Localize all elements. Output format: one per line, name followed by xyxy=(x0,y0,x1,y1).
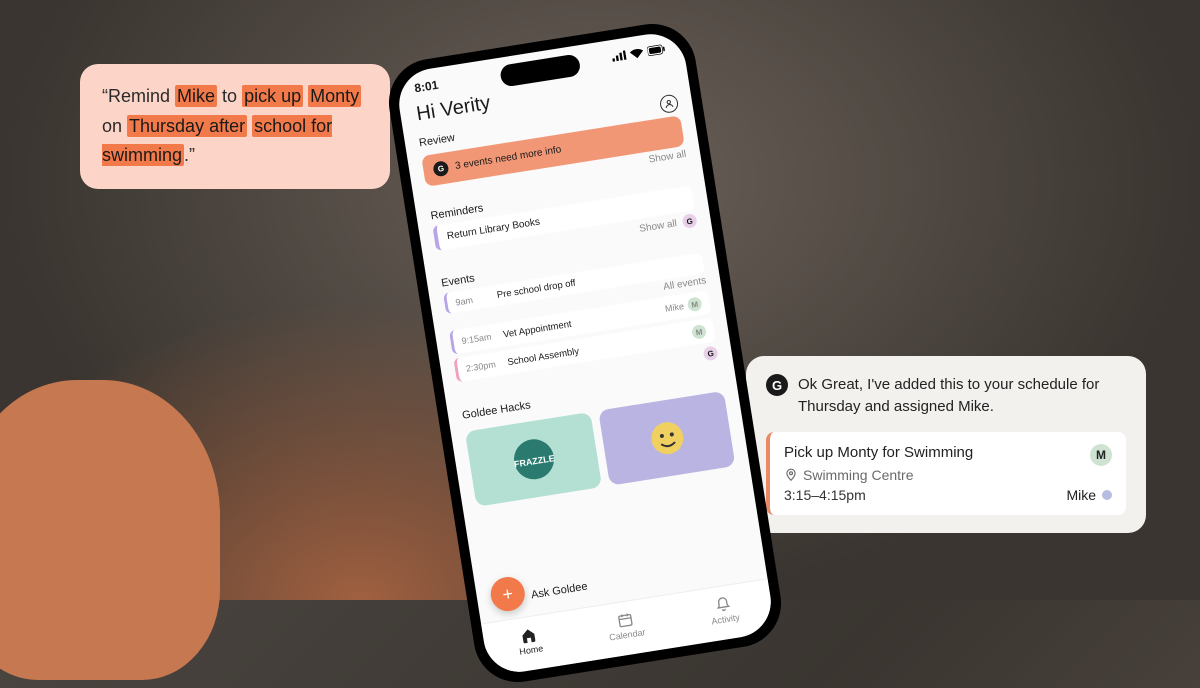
reminders-badge: G xyxy=(682,213,698,229)
quote-pre: “Remind xyxy=(102,86,175,106)
calendar-icon xyxy=(616,610,634,628)
event-assignee: Mike xyxy=(1066,487,1112,503)
home-icon xyxy=(520,626,538,644)
assignee-badge: M xyxy=(1090,444,1112,466)
quote-text: “Remind Mike to pick up Monty on Thursda… xyxy=(102,85,361,166)
scheduled-event-card[interactable]: Pick up Monty for Swimming M Swimming Ce… xyxy=(766,432,1126,515)
review-text: 3 events need more info xyxy=(454,144,562,172)
battery-icon xyxy=(647,44,666,57)
bell-icon xyxy=(714,595,732,613)
tab-home[interactable]: Home xyxy=(516,625,544,656)
events-badge: G xyxy=(703,345,719,361)
signal-icon xyxy=(611,50,626,62)
hack-illustration-icon xyxy=(644,415,690,461)
quote-hl-monty: Monty xyxy=(308,85,361,107)
quote-hl-mike: Mike xyxy=(175,85,217,107)
goldee-icon: G xyxy=(432,160,449,177)
assignee-badge: M xyxy=(691,324,707,340)
wifi-icon xyxy=(629,47,644,59)
hack-illustration-icon: FRAZZLE xyxy=(505,431,562,488)
tab-activity[interactable]: Activity xyxy=(708,594,741,626)
goldee-logo-icon: G xyxy=(766,374,788,396)
review-heading: Review xyxy=(418,132,456,149)
event-location: Swimming Centre xyxy=(784,467,1112,483)
status-time: 8:01 xyxy=(413,78,439,96)
quote-hl-pickup: pick up xyxy=(242,85,303,107)
response-text: Ok Great, I've added this to your schedu… xyxy=(798,374,1126,418)
response-card: G Ok Great, I've added this to your sche… xyxy=(746,356,1146,533)
fab-add-button[interactable]: + xyxy=(488,575,527,614)
tab-calendar[interactable]: Calendar xyxy=(606,609,646,642)
assignee-badge: M xyxy=(687,296,703,312)
ask-goldee-label[interactable]: Ask Goldee xyxy=(530,581,588,602)
tab-bar: Home Calendar Activity xyxy=(481,578,776,677)
event-title: Pick up Monty for Swimming xyxy=(784,444,1112,461)
quote-card: “Remind Mike to pick up Monty on Thursda… xyxy=(80,64,390,189)
mug-prop xyxy=(0,380,220,680)
location-pin-icon xyxy=(784,468,798,482)
profile-icon[interactable] xyxy=(659,93,680,114)
assignee-dot-icon xyxy=(1102,490,1112,500)
reminders-show-all[interactable]: Show all xyxy=(639,218,678,235)
event-time: 3:15–4:15pm xyxy=(784,487,1112,503)
quote-hl-thursday: Thursday after xyxy=(127,115,247,137)
review-show-all[interactable]: Show all xyxy=(648,149,687,166)
